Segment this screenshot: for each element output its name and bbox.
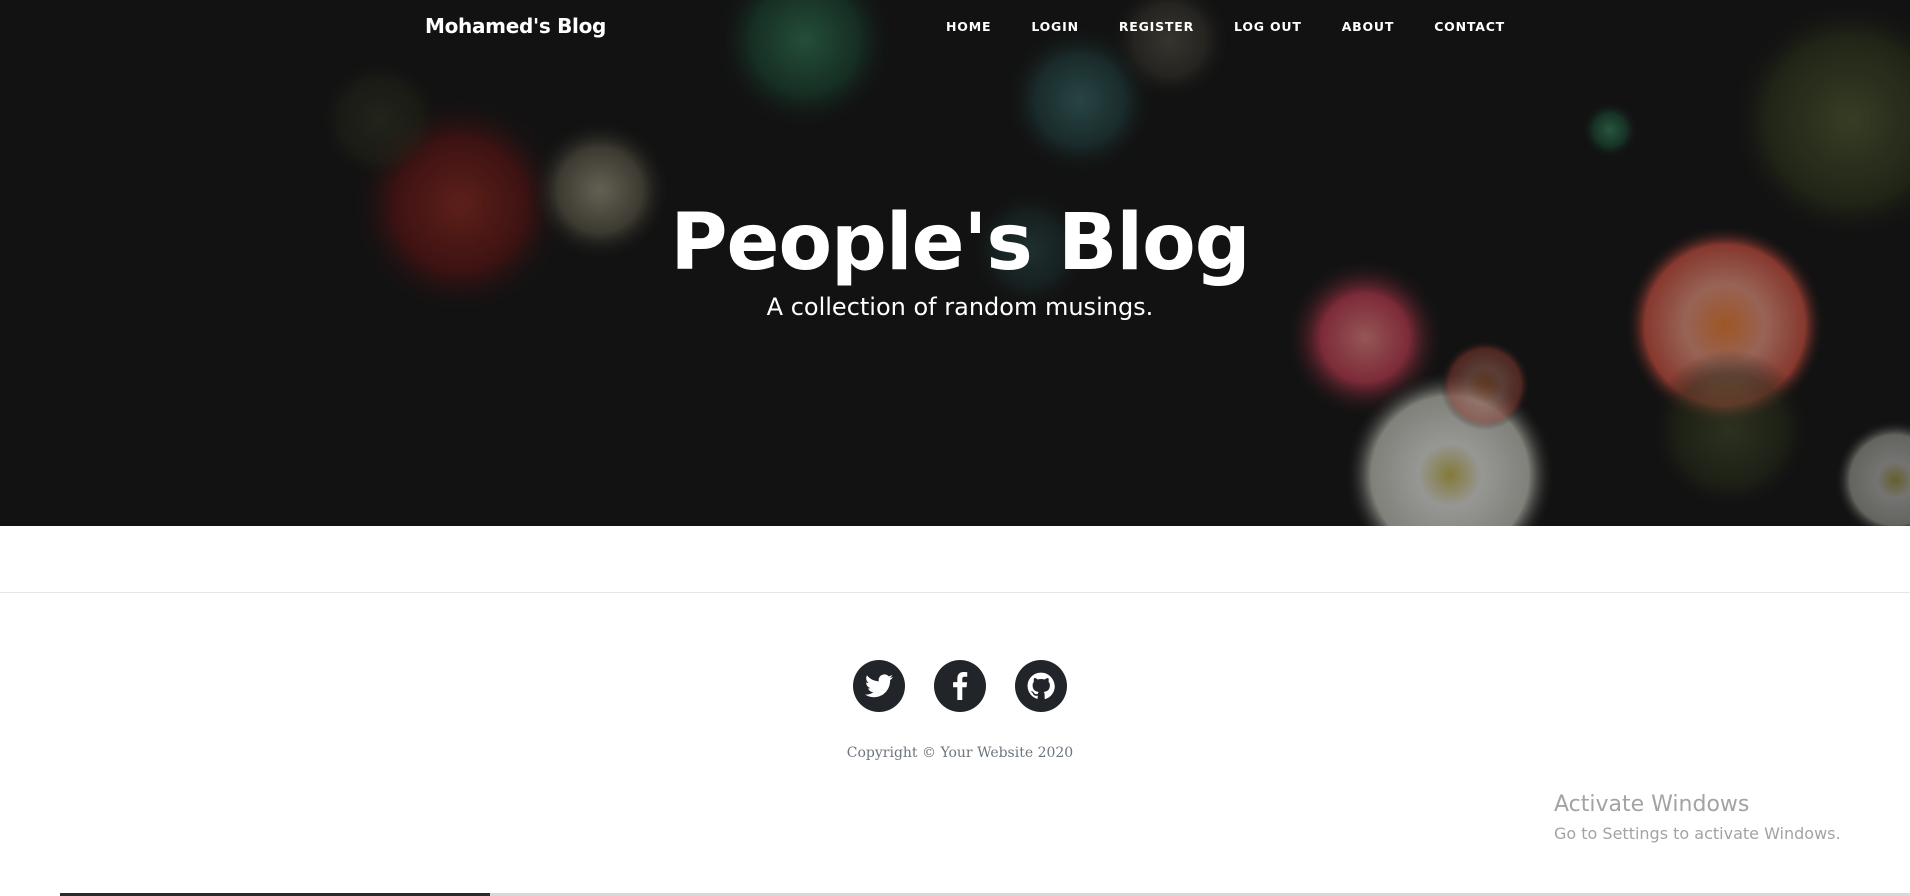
nav-about-link[interactable]: ABOUT xyxy=(1342,19,1395,34)
nav-home-link[interactable]: HOME xyxy=(946,19,991,34)
activation-title: Activate Windows xyxy=(1554,792,1750,817)
windows-activation-watermark: Activate Windows Go to Settings to activ… xyxy=(1554,791,1841,845)
nav-contact-link[interactable]: CONTACT xyxy=(1434,19,1505,34)
page-subtitle: A collection of random musings. xyxy=(766,293,1154,321)
nav-logout-link[interactable]: LOG OUT xyxy=(1234,19,1302,34)
facebook-icon xyxy=(953,672,968,700)
site-heading: People's Blog A collection of random mus… xyxy=(0,198,1910,322)
social-links xyxy=(0,660,1910,712)
page-title: People's Blog xyxy=(670,198,1250,288)
github-button[interactable] xyxy=(1015,660,1067,712)
content-divider xyxy=(0,592,1910,593)
activation-subtitle: Go to Settings to activate Windows. xyxy=(1554,824,1841,843)
brand-link[interactable]: Mohamed's Blog xyxy=(425,14,606,38)
nav-links: HOME LOGIN REGISTER LOG OUT ABOUT CONTAC… xyxy=(946,19,1505,34)
copyright-text: Copyright © Your Website 2020 xyxy=(846,745,1074,761)
main-nav: Mohamed's Blog HOME LOGIN REGISTER LOG O… xyxy=(0,0,1910,54)
twitter-icon xyxy=(865,674,893,698)
github-icon xyxy=(1027,672,1055,699)
nav-login-link[interactable]: LOGIN xyxy=(1031,19,1079,34)
masthead: Mohamed's Blog HOME LOGIN REGISTER LOG O… xyxy=(0,0,1910,526)
facebook-button[interactable] xyxy=(934,660,986,712)
nav-register-link[interactable]: REGISTER xyxy=(1119,19,1194,34)
twitter-button[interactable] xyxy=(853,660,905,712)
